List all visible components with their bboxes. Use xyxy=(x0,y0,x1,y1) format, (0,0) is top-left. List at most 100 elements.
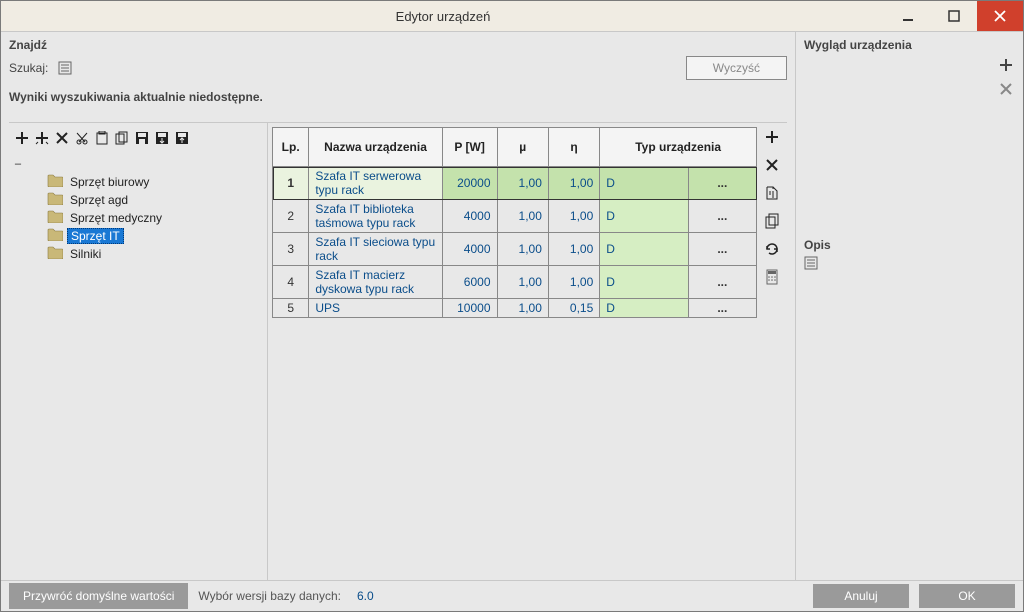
maximize-button[interactable] xyxy=(931,1,977,31)
col-header-p[interactable]: P [W] xyxy=(442,128,497,167)
cell-d: D xyxy=(600,200,688,233)
refresh-icon[interactable] xyxy=(762,239,782,259)
folder-icon xyxy=(47,246,63,262)
folder-icon xyxy=(47,228,63,244)
tree-item[interactable]: Sprzęt agd xyxy=(33,191,261,209)
tree-item-label: Silniki xyxy=(67,247,104,261)
folder-icon xyxy=(47,210,63,226)
tree-item[interactable]: Silniki xyxy=(33,245,261,263)
tree-item-label: Sprzęt medyczny xyxy=(67,211,165,225)
tree-item[interactable]: Sprzęt biurowy xyxy=(33,173,261,191)
delete-row-icon[interactable] xyxy=(762,155,782,175)
cell-more-button[interactable]: ... xyxy=(688,167,756,200)
titlebar: Edytor urządzeń xyxy=(1,1,1023,32)
cut-icon[interactable] xyxy=(73,129,91,147)
cell-mu: 1,00 xyxy=(497,200,548,233)
cell-mu: 1,00 xyxy=(497,299,548,318)
cell-eta: 1,00 xyxy=(548,200,599,233)
category-tree-panel: − Sprzęt biurowy Sprzęt agd Sprzęt medyc… xyxy=(9,123,268,580)
tree-toolbar xyxy=(9,127,267,153)
cell-d: D xyxy=(600,167,688,200)
cell-more-button[interactable]: ... xyxy=(688,200,756,233)
table-row[interactable]: 5UPS100001,000,15D... xyxy=(273,299,757,318)
description-section: Opis xyxy=(804,238,1015,273)
device-table-scroll[interactable]: Lp. Nazwa urządzenia P [W] µ η Typ urząd… xyxy=(268,123,757,580)
add-child-icon[interactable] xyxy=(33,129,51,147)
tree-item[interactable]: Sprzęt IT xyxy=(33,227,261,245)
folder-icon xyxy=(47,192,63,208)
tree-item[interactable]: Sprzęt medyczny xyxy=(33,209,261,227)
cell-mu: 1,00 xyxy=(497,266,548,299)
search-section-title: Znajdź xyxy=(9,38,787,52)
cell-p: 4000 xyxy=(442,200,497,233)
db-version-value[interactable]: 6.0 xyxy=(357,589,374,603)
col-header-type[interactable]: Typ urządzenia xyxy=(600,128,757,167)
table-row[interactable]: 4Szafa IT macierz dyskowa typu rack60001… xyxy=(273,266,757,299)
search-results-message: Wyniki wyszukiwania aktualnie niedostępn… xyxy=(9,90,787,104)
close-button[interactable] xyxy=(977,1,1023,31)
cell-lp: 2 xyxy=(273,200,309,233)
cell-eta: 1,00 xyxy=(548,167,599,200)
appearance-add-icon[interactable] xyxy=(997,56,1015,74)
clear-search-button[interactable]: Wyczyść xyxy=(686,56,787,80)
copy-row-icon[interactable] xyxy=(762,211,782,231)
body-split: − Sprzęt biurowy Sprzęt agd Sprzęt medyc… xyxy=(9,122,787,580)
copy-icon[interactable] xyxy=(113,129,131,147)
cell-p: 20000 xyxy=(442,167,497,200)
cell-eta: 0,15 xyxy=(548,299,599,318)
col-header-lp[interactable]: Lp. xyxy=(273,128,309,167)
cell-lp: 1 xyxy=(273,167,309,200)
col-header-name[interactable]: Nazwa urządzenia xyxy=(309,128,442,167)
cell-d: D xyxy=(600,299,688,318)
cell-mu: 1,00 xyxy=(497,167,548,200)
search-options-icon[interactable] xyxy=(58,61,72,75)
cancel-button[interactable]: Anuluj xyxy=(813,584,909,608)
appearance-section: Wygląd urządzenia xyxy=(804,38,1015,98)
save-up-icon[interactable] xyxy=(173,129,191,147)
minimize-button[interactable] xyxy=(885,1,931,31)
device-table: Lp. Nazwa urządzenia P [W] µ η Typ urząd… xyxy=(272,127,757,318)
tree-item-label: Sprzęt agd xyxy=(67,193,131,207)
table-row[interactable]: 2Szafa IT biblioteka taśmowa typu rack40… xyxy=(273,200,757,233)
ok-button[interactable]: OK xyxy=(919,584,1015,608)
dialog-footer: Przywróć domyślne wartości Wybór wersji … xyxy=(1,580,1023,611)
paste-icon[interactable] xyxy=(93,129,111,147)
cell-d: D xyxy=(600,233,688,266)
cell-lp: 4 xyxy=(273,266,309,299)
search-panel: Znajdź Szukaj: Wyczyść Wyniki wyszukiwan… xyxy=(9,38,787,104)
tree-item-label: Sprzęt IT xyxy=(67,228,124,244)
cell-more-button[interactable]: ... xyxy=(688,299,756,318)
restore-defaults-button[interactable]: Przywróć domyślne wartości xyxy=(9,583,188,609)
delete-icon[interactable] xyxy=(53,129,71,147)
description-edit-icon[interactable] xyxy=(804,256,1015,273)
cell-more-button[interactable]: ... xyxy=(688,266,756,299)
appearance-title: Wygląd urządzenia xyxy=(804,38,1015,52)
folder-icon xyxy=(47,174,63,190)
category-tree[interactable]: − Sprzęt biurowy Sprzęt agd Sprzęt medyc… xyxy=(9,153,267,580)
duplicate-row-icon[interactable] xyxy=(762,183,782,203)
table-row[interactable]: 3Szafa IT sieciowa typu rack40001,001,00… xyxy=(273,233,757,266)
search-label: Szukaj: xyxy=(9,61,48,75)
col-header-eta[interactable]: η xyxy=(548,128,599,167)
db-version-label: Wybór wersji bazy danych: xyxy=(198,589,341,603)
description-title: Opis xyxy=(804,238,1015,252)
cell-name: Szafa IT sieciowa typu rack xyxy=(309,233,442,266)
col-header-mu[interactable]: µ xyxy=(497,128,548,167)
appearance-remove-icon[interactable] xyxy=(997,80,1015,98)
cell-eta: 1,00 xyxy=(548,266,599,299)
save-down-icon[interactable] xyxy=(153,129,171,147)
table-row[interactable]: 1Szafa IT serwerowa typu rack200001,001,… xyxy=(273,167,757,200)
cell-name: Szafa IT serwerowa typu rack xyxy=(309,167,442,200)
cell-name: Szafa IT macierz dyskowa typu rack xyxy=(309,266,442,299)
collapse-icon[interactable]: − xyxy=(13,157,23,171)
save-icon[interactable] xyxy=(133,129,151,147)
table-header-row: Lp. Nazwa urządzenia P [W] µ η Typ urząd… xyxy=(273,128,757,167)
calculator-icon[interactable] xyxy=(762,267,782,287)
tree-root-node[interactable]: − xyxy=(13,155,261,173)
device-table-panel: Lp. Nazwa urządzenia P [W] µ η Typ urząd… xyxy=(268,123,787,580)
cell-d: D xyxy=(600,266,688,299)
cell-more-button[interactable]: ... xyxy=(688,233,756,266)
window-title: Edytor urządzeń xyxy=(1,9,885,24)
add-row-icon[interactable] xyxy=(762,127,782,147)
add-icon[interactable] xyxy=(13,129,31,147)
